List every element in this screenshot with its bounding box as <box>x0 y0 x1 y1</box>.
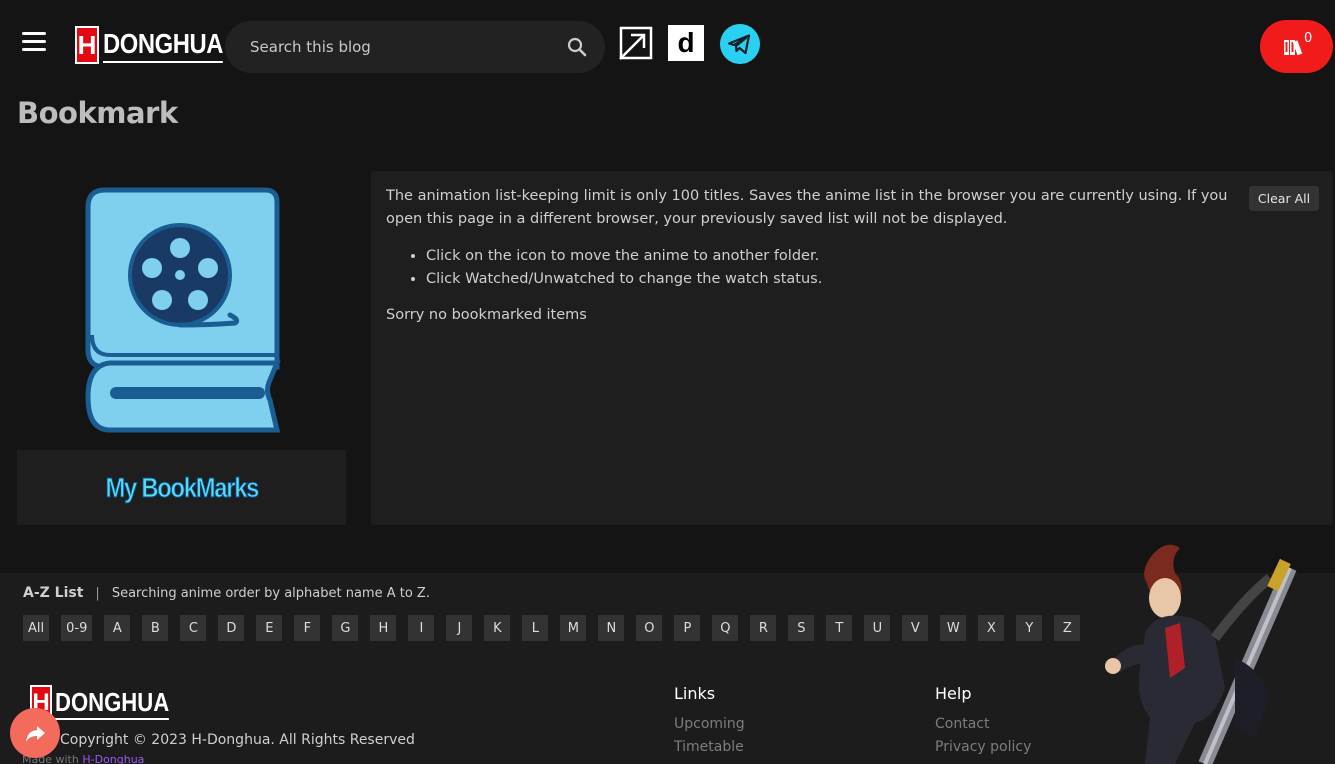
help-title: Help <box>935 684 972 703</box>
az-letter-c[interactable]: C <box>180 615 207 641</box>
search-box <box>225 21 605 73</box>
az-title: A-Z List <box>23 585 84 601</box>
bookmark-button[interactable]: 0 <box>1260 20 1333 73</box>
made-with-link[interactable]: H-Donghua <box>82 753 144 764</box>
bookmark-count: 0 <box>1304 31 1313 46</box>
az-letter-o[interactable]: O <box>636 615 663 641</box>
az-letter-j[interactable]: J <box>446 615 473 641</box>
footer-logo[interactable]: H DONGHUA <box>30 685 189 721</box>
footer-link-contact[interactable]: Contact <box>935 716 989 732</box>
az-letter-u[interactable]: U <box>864 615 891 641</box>
dailymotion-icon[interactable]: d <box>668 25 704 61</box>
az-letters: All 0-9 A B C D E F G H I J K L M N O P … <box>23 615 1092 641</box>
az-letter-q[interactable]: Q <box>712 615 739 641</box>
az-letter-e[interactable]: E <box>256 615 283 641</box>
az-header: A-Z List | Searching anime order by alph… <box>23 585 430 601</box>
search-input[interactable] <box>225 21 555 73</box>
my-bookmarks-title: My BookMarks <box>105 471 260 503</box>
clear-all-button[interactable]: Clear All <box>1249 186 1319 211</box>
az-letter-g[interactable]: G <box>332 615 359 641</box>
az-letter-y[interactable]: Y <box>1016 615 1043 641</box>
az-letter-b[interactable]: B <box>142 615 169 641</box>
az-letter-w[interactable]: W <box>940 615 967 641</box>
az-letter-z[interactable]: Z <box>1054 615 1081 641</box>
footer-logo-text: DONGHUA <box>55 686 170 720</box>
share-icon <box>26 726 45 742</box>
az-letter-0-9[interactable]: 0-9 <box>61 615 93 641</box>
az-letter-d[interactable]: D <box>218 615 245 641</box>
menu-icon[interactable] <box>22 32 46 52</box>
bookmark-book-illustration <box>85 187 281 433</box>
bookmark-description: The animation list-keeping limit is only… <box>386 188 1228 227</box>
logo-letter: H <box>75 26 99 64</box>
az-letter-k[interactable]: K <box>484 615 511 641</box>
tips-list: Click on the icon to move the anime to a… <box>426 245 822 291</box>
my-bookmarks-banner: My BookMarks <box>17 450 346 525</box>
az-separator: | <box>95 585 100 601</box>
az-letter-all[interactable]: All <box>23 615 50 641</box>
bookmark-panel: The animation list-keeping limit is only… <box>371 171 1333 525</box>
az-letter-t[interactable]: T <box>826 615 853 641</box>
az-letter-a[interactable]: A <box>104 615 131 641</box>
footer-link-privacy[interactable]: Privacy policy <box>935 739 1031 755</box>
az-letter-n[interactable]: N <box>598 615 625 641</box>
site-logo[interactable]: H DONGHUA <box>75 25 244 65</box>
empty-message: Sorry no bookmarked items <box>386 307 587 323</box>
character-illustration <box>1105 544 1297 764</box>
external-link-icon[interactable] <box>618 25 654 61</box>
page-title: Bookmark <box>17 96 178 130</box>
az-letter-p[interactable]: P <box>674 615 701 641</box>
search-icon[interactable] <box>567 37 587 57</box>
az-description: Searching anime order by alphabet name A… <box>111 585 430 601</box>
books-icon <box>1284 40 1303 56</box>
tip-item: Click on the icon to move the anime to a… <box>426 245 822 268</box>
links-title: Links <box>674 684 716 703</box>
az-letter-l[interactable]: L <box>522 615 549 641</box>
az-letter-f[interactable]: F <box>294 615 321 641</box>
logo-text: DONGHUA <box>103 27 223 63</box>
az-letter-r[interactable]: R <box>750 615 777 641</box>
tip-item: Click Watched/Unwatched to change the wa… <box>426 268 822 291</box>
az-letter-x[interactable]: X <box>978 615 1005 641</box>
az-letter-m[interactable]: M <box>560 615 587 641</box>
az-letter-v[interactable]: V <box>902 615 929 641</box>
share-button[interactable] <box>10 708 60 758</box>
az-letter-h[interactable]: H <box>370 615 397 641</box>
copyright-text: Copyright © 2023 H-Donghua. All Rights R… <box>60 732 415 748</box>
footer-link-upcoming[interactable]: Upcoming <box>674 716 745 732</box>
az-letter-i[interactable]: I <box>408 615 435 641</box>
header: H DONGHUA d 0 <box>0 0 1335 95</box>
footer-link-timetable[interactable]: Timetable <box>674 739 744 755</box>
telegram-icon[interactable] <box>720 24 760 64</box>
az-letter-s[interactable]: S <box>788 615 815 641</box>
